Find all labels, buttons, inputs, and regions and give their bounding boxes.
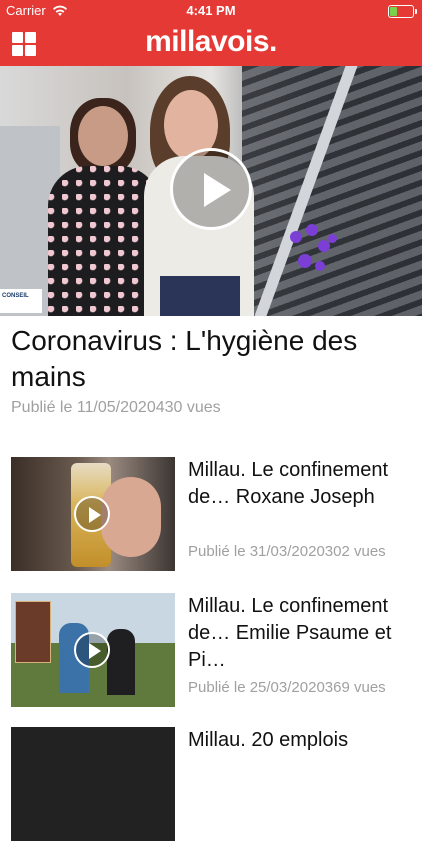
article-thumbnail[interactable]: [11, 593, 175, 707]
article-title[interactable]: Millau. Le confinement de… Roxane Joseph: [188, 457, 413, 511]
article-thumbnail[interactable]: [11, 457, 175, 571]
article-meta: Publié le 31/03/2020302 vues: [188, 543, 386, 560]
status-time: 4:41 PM: [186, 3, 236, 18]
hero-title[interactable]: Coronavirus : L'hygiène des mains: [11, 323, 411, 395]
list-item[interactable]: Millau. 20 emplois: [11, 727, 411, 843]
partner-logo: CONSEIL: [0, 289, 42, 313]
battery-icon: [388, 5, 417, 18]
hero-meta: Publié le 11/05/2020430 vues: [11, 399, 221, 416]
status-bar: Carrier 4:41 PM: [0, 0, 422, 22]
hero-video[interactable]: CONSEIL: [0, 66, 422, 316]
play-icon[interactable]: [74, 632, 110, 668]
app-header: Carrier 4:41 PM millavois.: [0, 0, 422, 66]
play-icon[interactable]: [170, 148, 252, 230]
play-icon[interactable]: [74, 496, 110, 532]
app-logo: millavois.: [145, 25, 277, 58]
list-item[interactable]: Millau. Le confinement de… Emilie Psaume…: [11, 593, 411, 709]
article-meta: Publié le 25/03/2020369 vues: [188, 679, 386, 696]
article-title[interactable]: Millau. Le confinement de… Emilie Psaume…: [188, 593, 413, 674]
article-thumbnail[interactable]: [11, 727, 175, 841]
list-item[interactable]: Millau. Le confinement de… Roxane Joseph…: [11, 457, 411, 573]
